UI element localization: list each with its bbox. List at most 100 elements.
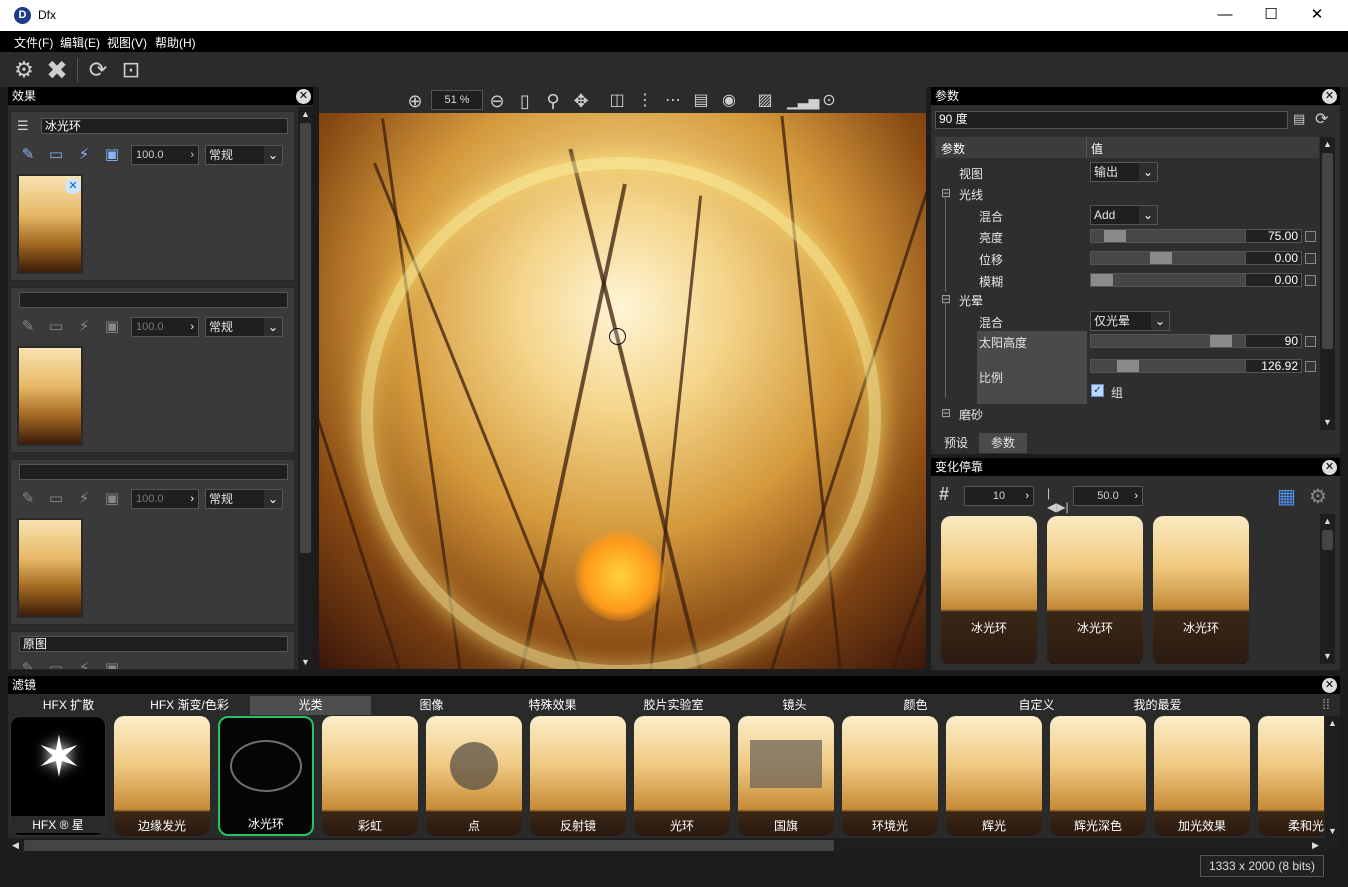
scrollbar-thumb[interactable] [24, 840, 834, 851]
effect-layer-original[interactable]: 原图 ✎ ▭ ⚡ ▣ [10, 631, 295, 670]
menu-view[interactable]: 视图(V) [107, 34, 147, 51]
effects-close-button[interactable]: ✕ [296, 89, 311, 104]
camera-icon[interactable]: ◉ [715, 87, 743, 115]
filters-hscrollbar[interactable]: ◀ ▶ [8, 838, 1340, 853]
slider-knob[interactable] [1091, 274, 1113, 286]
edit-icon[interactable]: ✎ [17, 658, 39, 669]
scroll-down-icon[interactable]: ▼ [1325, 824, 1340, 838]
halo-blend-select[interactable]: 仅光晕 ⌄ [1090, 311, 1170, 331]
main-image-canvas[interactable] [319, 113, 926, 669]
close-window-button[interactable]: ✕ [1294, 0, 1340, 31]
grid-view-icon[interactable]: ▦ [1277, 484, 1301, 508]
gear-icon[interactable]: ⚙ [10, 56, 38, 84]
split-horizontal-icon[interactable]: ⋯ [659, 87, 687, 115]
edit-icon[interactable]: ✎ [17, 316, 39, 338]
scrollbar-thumb[interactable] [1322, 530, 1333, 550]
reset-icon[interactable] [1305, 275, 1316, 286]
refresh-icon[interactable]: ⟳ [84, 56, 112, 84]
opacity-spinner[interactable]: 100.0 › [131, 145, 199, 165]
transitions-scrollbar[interactable]: ▲ ▼ [1320, 514, 1335, 664]
view-select[interactable]: 输出 ⌄ [1090, 162, 1158, 182]
scale-slider[interactable]: 126.92 [1090, 359, 1302, 373]
edit-icon[interactable]: ✎ [17, 144, 39, 166]
offset-slider[interactable]: 0.00 [1090, 251, 1302, 265]
page-icon[interactable]: ▤ [687, 87, 715, 115]
filter-tile[interactable]: 国旗 [738, 716, 834, 836]
reset-icon[interactable] [1305, 253, 1316, 264]
lightning-icon[interactable]: ⚡ [73, 658, 95, 669]
scroll-left-icon[interactable]: ◀ [8, 838, 23, 852]
collapse-icon[interactable]: ⊟ [941, 292, 951, 306]
filter-tile[interactable]: 彩虹 [322, 716, 418, 836]
effects-scrollbar[interactable]: ▲ ▼ [298, 107, 313, 670]
blend-select[interactable]: Add ⌄ [1090, 205, 1158, 225]
skip-icon[interactable]: |◀▶| [1047, 486, 1071, 514]
refresh-icon[interactable]: ⟳ [1315, 109, 1335, 129]
slider-knob[interactable] [1150, 252, 1173, 264]
filter-tile-selected[interactable]: 冰光环 [218, 716, 314, 836]
sun-position-handle[interactable] [609, 328, 626, 345]
scroll-up-icon[interactable]: ▲ [1320, 514, 1335, 528]
monitor-icon[interactable]: ▭ [45, 488, 67, 510]
search-icon[interactable]: ⚲ [539, 87, 567, 115]
steps-spinner[interactable]: 10 › [964, 486, 1034, 506]
lightning-icon[interactable]: ⚡ [73, 488, 95, 510]
minimize-button[interactable]: — [1202, 0, 1248, 31]
layer-name-field[interactable]: 原图 [19, 636, 288, 652]
menu-edit[interactable]: 编辑(E) [60, 34, 100, 51]
effect-layer-1[interactable]: ☰ 冰光环 ✎ ▭ ⚡ ▣ 100.0 › 常规 ⌄ ✕ [10, 111, 295, 281]
lightning-icon[interactable]: ⚡ [73, 316, 95, 338]
filter-tile[interactable]: 反射镜 [530, 716, 626, 836]
monitor-icon[interactable]: ▭ [45, 144, 67, 166]
filter-tile[interactable]: 加光效果 [1154, 716, 1250, 836]
filter-tile[interactable]: 点 [426, 716, 522, 836]
scroll-up-icon[interactable]: ▲ [1325, 716, 1340, 730]
scrollbar-thumb[interactable] [1322, 153, 1333, 349]
tab-presets[interactable]: 预设 [935, 433, 977, 453]
scroll-right-icon[interactable]: ▶ [1308, 838, 1323, 852]
zoom-level-field[interactable]: 51 % [431, 90, 483, 110]
monitor-icon[interactable]: ▭ [45, 658, 67, 669]
slider-knob[interactable] [1209, 335, 1232, 347]
reset-icon[interactable] [1305, 336, 1316, 347]
close-x-icon[interactable]: ✖ [43, 56, 71, 84]
filter-tile[interactable]: 柔和光 [1258, 716, 1324, 836]
filters-vscrollbar[interactable]: ▲ ▼ [1325, 716, 1340, 838]
scroll-up-icon[interactable]: ▲ [298, 107, 313, 121]
edit-icon[interactable]: ✎ [17, 488, 39, 510]
layer-thumbnail[interactable] [17, 346, 83, 446]
filter-tile[interactable]: 辉光 [946, 716, 1042, 836]
params-close-button[interactable]: ✕ [1322, 89, 1337, 104]
param-value-field[interactable]: 90 度 [935, 111, 1288, 129]
maximize-button[interactable]: ☐ [1248, 0, 1294, 31]
blur-slider[interactable]: 0.00 [1090, 273, 1302, 287]
filter-tile[interactable]: 辉光深色 [1050, 716, 1146, 836]
mask-icon[interactable]: ▣ [101, 658, 123, 669]
mask-icon[interactable]: ▣ [101, 316, 123, 338]
zoom-in-icon[interactable]: ⊕ [401, 87, 429, 115]
reset-icon[interactable] [1305, 231, 1316, 242]
blend-mode-select[interactable]: 常规 ⌄ [205, 317, 283, 337]
transition-thumb[interactable]: 冰光环 [1153, 516, 1249, 664]
filter-tile-star[interactable]: ✶ HFX ® 星 [10, 716, 106, 836]
document-icon[interactable]: ▤ [1293, 111, 1309, 129]
param-group-halo[interactable]: ⊟ 光晕 [935, 289, 1319, 310]
transition-thumb[interactable]: 冰光环 [1047, 516, 1143, 664]
scrollbar-thumb[interactable] [300, 123, 311, 553]
move-icon[interactable]: ✥ [567, 87, 595, 115]
opacity-spinner[interactable]: 100.0 › [131, 317, 199, 337]
zoom-box-icon[interactable]: ⊙ [815, 87, 843, 115]
param-group-light[interactable]: ⊟ 光线 [935, 183, 1319, 204]
remove-layer-icon[interactable]: ✕ [65, 178, 81, 194]
brightness-slider[interactable]: 75.00 [1090, 229, 1302, 243]
mask-icon[interactable]: ▣ [101, 144, 123, 166]
layer-thumbnail[interactable] [17, 518, 83, 618]
effect-layer-3[interactable]: ✎ ▭ ⚡ ▣ 100.0 › 常规 ⌄ [10, 459, 295, 625]
layer-name-field[interactable]: 冰光环 [41, 118, 288, 134]
blend-mode-select[interactable]: 常规 ⌄ [205, 489, 283, 509]
params-scrollbar[interactable]: ▲ ▼ [1320, 137, 1335, 430]
histogram-icon[interactable]: ▁▃▅ [787, 87, 819, 115]
zoom-out-icon[interactable]: ⊖ [483, 87, 511, 115]
fit-icon[interactable]: ⊡ [117, 56, 145, 84]
monitor-icon[interactable]: ▭ [45, 316, 67, 338]
